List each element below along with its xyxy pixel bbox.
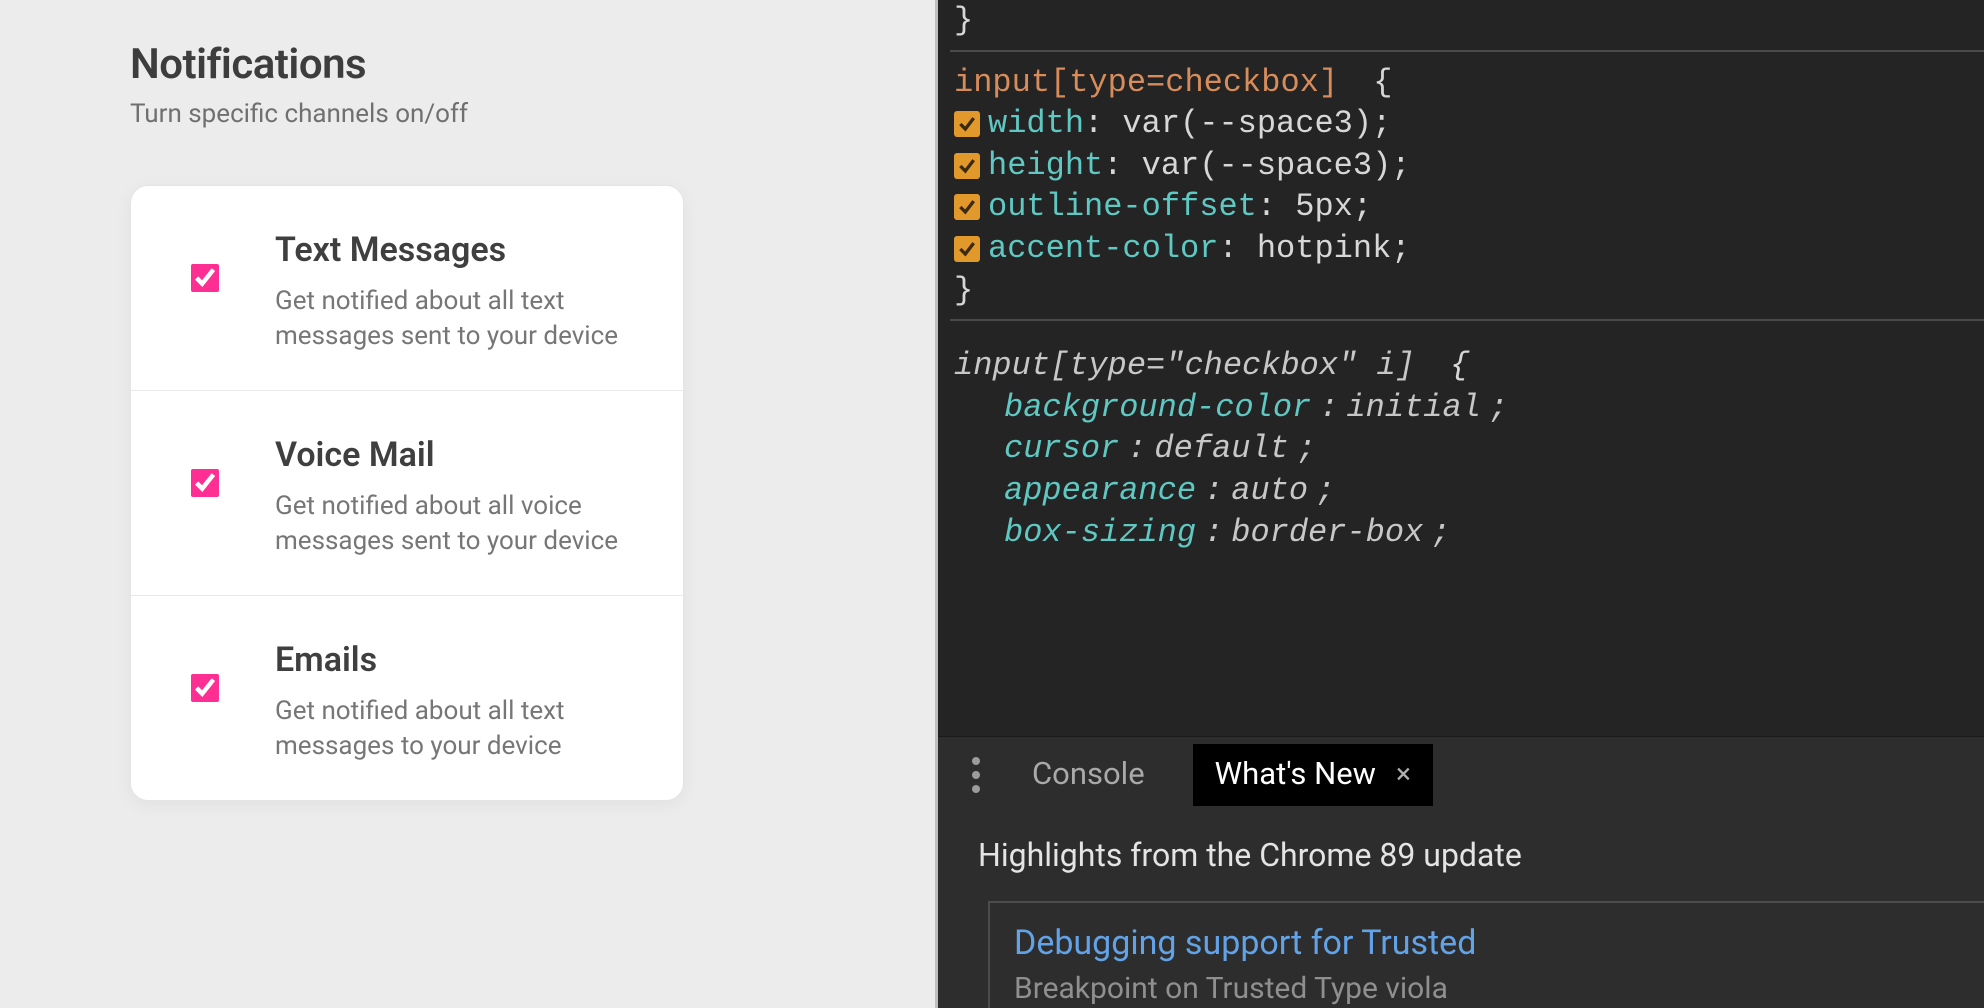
page-subtitle: Turn specific channels on/off bbox=[130, 99, 935, 129]
property-toggle-icon[interactable] bbox=[954, 236, 980, 262]
drawer-highlight-card[interactable]: Debugging support for Trusted Breakpoint… bbox=[988, 901, 1984, 1008]
property-toggle-icon[interactable] bbox=[954, 194, 980, 220]
css-selector[interactable]: input[type="checkbox" i] bbox=[954, 345, 1415, 387]
drawer-card-subtitle: Breakpoint on Trusted Type viola bbox=[1014, 969, 1984, 1008]
rule-separator bbox=[950, 319, 1984, 321]
css-value[interactable]: hotpink bbox=[1257, 230, 1391, 267]
tab-label: What's New bbox=[1215, 754, 1376, 794]
css-property[interactable]: height bbox=[988, 147, 1103, 184]
css-value: default bbox=[1154, 428, 1288, 470]
styles-pane[interactable]: } input[type=checkbox] { width: var(--sp… bbox=[938, 0, 1984, 736]
checkbox-emails[interactable] bbox=[191, 674, 219, 702]
css-property[interactable]: accent-color bbox=[988, 230, 1218, 267]
setting-description: Get notified about all text messages sen… bbox=[275, 284, 643, 354]
checkbox-voice-mail[interactable] bbox=[191, 469, 219, 497]
notifications-card: Text Messages Get notified about all tex… bbox=[130, 185, 684, 801]
css-value: border-box bbox=[1231, 512, 1423, 554]
css-value[interactable]: 5px bbox=[1295, 188, 1353, 225]
setting-description: Get notified about all text messages to … bbox=[275, 694, 643, 764]
css-brace: { bbox=[1450, 345, 1469, 387]
page-title: Notifications bbox=[130, 40, 935, 89]
css-brace: } bbox=[954, 0, 973, 42]
kebab-menu-icon[interactable] bbox=[968, 751, 984, 799]
setting-row-text-messages: Text Messages Get notified about all tex… bbox=[131, 186, 683, 391]
css-value: initial bbox=[1346, 387, 1480, 429]
css-property: box-sizing bbox=[1004, 512, 1196, 554]
drawer-headline: Highlights from the Chrome 89 update bbox=[938, 813, 1984, 891]
css-property: appearance bbox=[1004, 470, 1196, 512]
app-preview-panel: Notifications Turn specific channels on/… bbox=[0, 0, 935, 1008]
css-property: background-color bbox=[1004, 387, 1311, 429]
css-brace: } bbox=[954, 270, 973, 312]
css-property[interactable]: width bbox=[988, 105, 1084, 142]
close-icon[interactable]: × bbox=[1396, 756, 1411, 792]
drawer-card-title: Debugging support for Trusted bbox=[1014, 921, 1984, 965]
tab-console[interactable]: Console bbox=[1010, 744, 1167, 806]
drawer-tabstrip: Console What's New × bbox=[938, 737, 1984, 813]
rule-separator bbox=[950, 50, 1984, 52]
css-value[interactable]: var(--space3) bbox=[1122, 105, 1372, 142]
setting-title: Text Messages bbox=[275, 228, 643, 274]
property-toggle-icon[interactable] bbox=[954, 111, 980, 137]
css-property: cursor bbox=[1004, 428, 1119, 470]
setting-row-voice-mail: Voice Mail Get notified about all voice … bbox=[131, 391, 683, 596]
css-selector[interactable]: input[type=checkbox] bbox=[954, 62, 1338, 104]
property-toggle-icon[interactable] bbox=[954, 153, 980, 179]
devtools-drawer: Console What's New × Highlights from the… bbox=[938, 736, 1984, 1008]
css-property[interactable]: outline-offset bbox=[988, 188, 1257, 225]
setting-title: Voice Mail bbox=[275, 433, 643, 479]
setting-title: Emails bbox=[275, 638, 643, 684]
css-value[interactable]: var(--space3) bbox=[1142, 147, 1392, 184]
devtools-panel: } input[type=checkbox] { width: var(--sp… bbox=[938, 0, 1984, 1008]
css-brace: { bbox=[1373, 62, 1392, 104]
tab-whats-new[interactable]: What's New × bbox=[1193, 744, 1433, 806]
checkbox-text-messages[interactable] bbox=[191, 264, 219, 292]
setting-description: Get notified about all voice messages se… bbox=[275, 489, 643, 559]
setting-row-emails: Emails Get notified about all text messa… bbox=[131, 596, 683, 800]
user-agent-style-block: input[type="checkbox" i] { background-co… bbox=[950, 331, 1984, 553]
css-value: auto bbox=[1231, 470, 1308, 512]
